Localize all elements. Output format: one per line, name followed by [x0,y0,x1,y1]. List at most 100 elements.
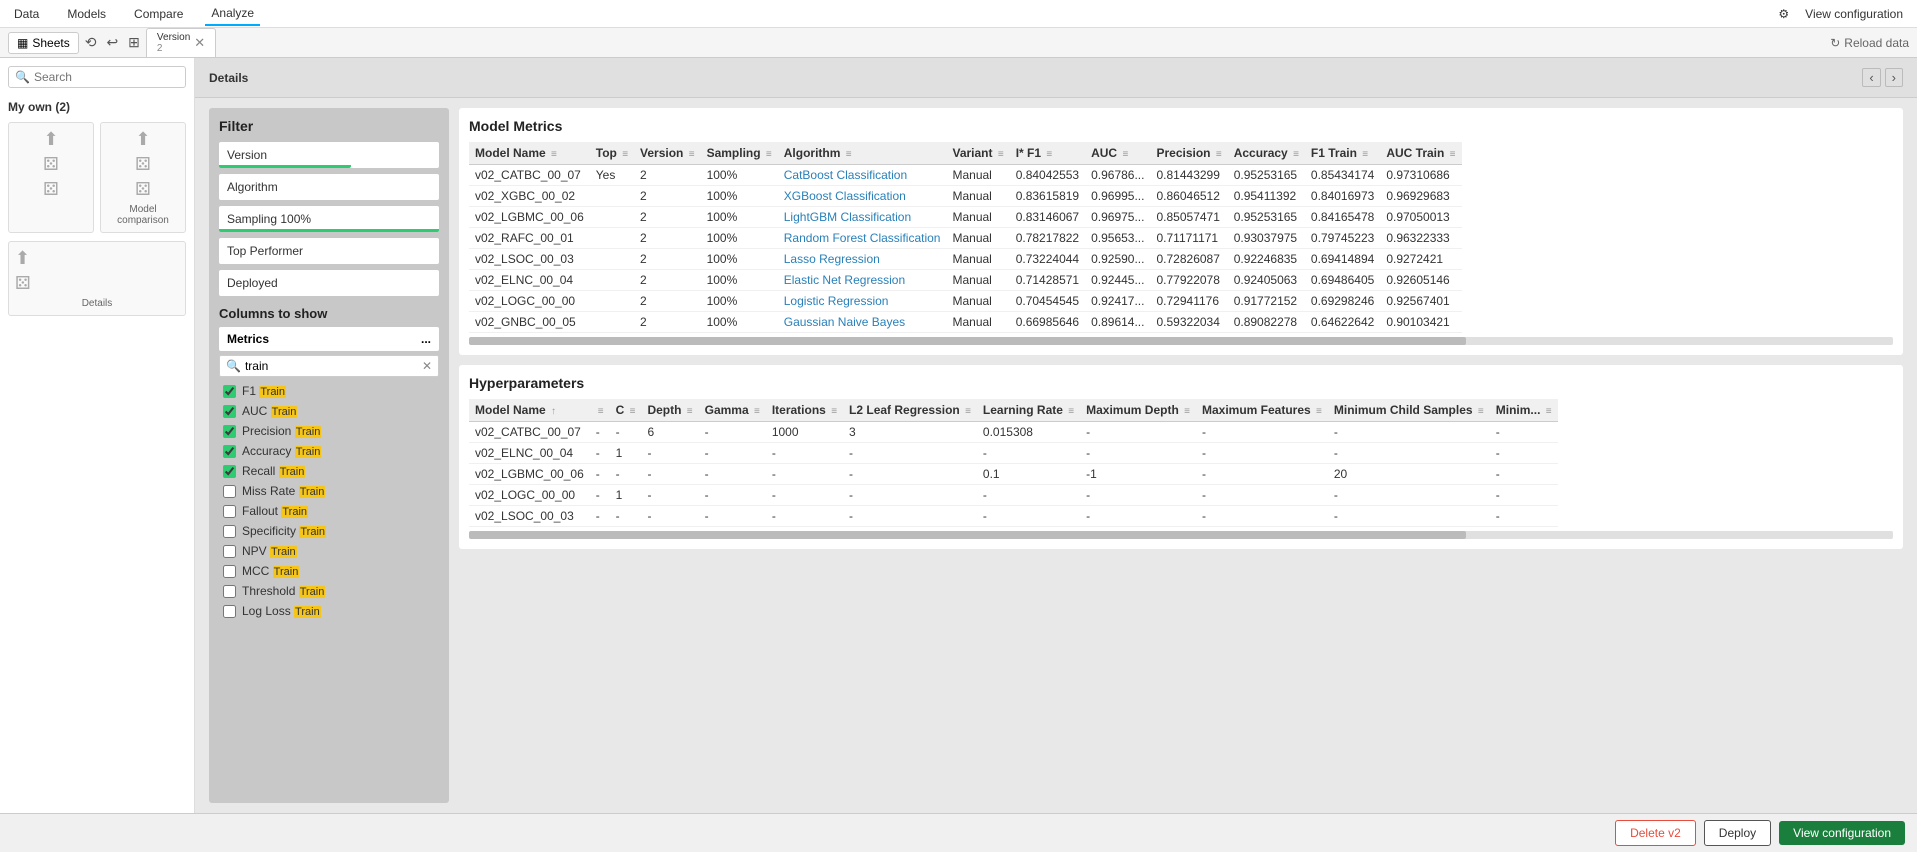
hp-col-minchild[interactable]: Minimum Child Samples ≡ [1328,399,1490,422]
undo-icon[interactable]: ↩ [102,32,122,53]
panel-next-btn[interactable]: › [1885,68,1903,87]
metric-specificity-train[interactable]: Specificity Train [219,521,439,541]
hp-col-model-name[interactable]: Model Name ↑ [469,399,590,422]
metric-recall-train[interactable]: Recall Train [219,461,439,481]
metric-precision-train-checkbox[interactable] [223,425,236,438]
metrics-search-input[interactable] [245,359,418,373]
cell-auc-train: 0.97050013 [1380,207,1461,228]
model-metrics-table-wrapper[interactable]: Model Name ≡ Top ≡ Version ≡ Sampling ≡ … [469,142,1893,333]
table-row: v02_CATBC_00_07 Yes 2 100% CatBoost Clas… [469,165,1462,186]
hp-col-iterations[interactable]: Iterations ≡ [766,399,843,422]
metric-npv-train-checkbox[interactable] [223,545,236,558]
details-label: Details [15,298,179,309]
nav-compare[interactable]: Compare [128,3,189,25]
metrics-scrollbar[interactable] [469,337,1893,345]
metric-accuracy-train[interactable]: Accuracy Train [219,441,439,461]
hp-col-l2[interactable]: L2 Leaf Regression ≡ [843,399,977,422]
hp-col-maxfeat[interactable]: Maximum Features ≡ [1196,399,1328,422]
col-model-name[interactable]: Model Name ≡ [469,142,590,165]
cell-version: 2 [634,312,701,333]
hp-cell-lr: - [977,506,1080,527]
col-precision[interactable]: Precision ≡ [1150,142,1227,165]
metric-accuracy-train-checkbox[interactable] [223,445,236,458]
col-auc-train[interactable]: AUC Train ≡ [1380,142,1461,165]
refresh-icon[interactable]: ⟲ [81,32,101,53]
metric-logloss-train-checkbox[interactable] [223,605,236,618]
settings-icon[interactable]: ⊞ [124,32,144,53]
metrics-clear-icon[interactable]: ✕ [422,359,432,373]
col-version[interactable]: Version ≡ [634,142,701,165]
metric-missrate-train-checkbox[interactable] [223,485,236,498]
filter-algorithm[interactable]: Algorithm [219,174,439,200]
hp-cell-c: - [610,422,642,443]
sidebar-item-details[interactable]: ⬆ ⚄ Details [8,241,186,316]
col-i-f1[interactable]: I* F1 ≡ [1010,142,1085,165]
nav-models[interactable]: Models [61,3,112,25]
sidebar-item-comparison[interactable]: ⬆ ⚄ ⚄ Model comparison [100,122,186,233]
sheets-button[interactable]: ▦ Sheets [8,32,79,54]
metric-f1-train-checkbox[interactable] [223,385,236,398]
filter-version[interactable]: Version [219,142,439,168]
filter-sampling[interactable]: Sampling 100% [219,206,439,232]
hp-col-lr[interactable]: Learning Rate ≡ [977,399,1080,422]
col-top[interactable]: Top ≡ [590,142,634,165]
col-variant[interactable]: Variant ≡ [946,142,1009,165]
hp-col-depth[interactable]: Depth ≡ [641,399,698,422]
metric-auc-train[interactable]: AUC Train [219,401,439,421]
metric-mcc-train[interactable]: MCC Train [219,561,439,581]
cell-variant: Manual [946,228,1009,249]
hp-col-t[interactable]: ≡ [590,399,610,422]
metric-npv-train[interactable]: NPV Train [219,541,439,561]
view-config-btn[interactable]: ⚙ View configuration [1772,3,1909,25]
metric-fallout-train[interactable]: Fallout Train [219,501,439,521]
metric-recall-train-checkbox[interactable] [223,465,236,478]
filter-top-performer[interactable]: Top Performer [219,238,439,264]
filter-deployed[interactable]: Deployed [219,270,439,296]
hp-col-minim[interactable]: Minim... ≡ [1490,399,1558,422]
nav-analyze[interactable]: Analyze [205,2,260,26]
panel-prev-btn[interactable]: ‹ [1862,68,1880,87]
cell-version: 2 [634,186,701,207]
close-tab-icon[interactable]: ✕ [194,35,205,51]
metric-missrate-train[interactable]: Miss Rate Train [219,481,439,501]
hp-col-c[interactable]: C ≡ [610,399,642,422]
sheets-icon: ▦ [17,36,28,50]
hp-col-gamma[interactable]: Gamma ≡ [699,399,766,422]
metric-precision-train[interactable]: Precision Train [219,421,439,441]
hp-cell-minchild: 20 [1328,464,1490,485]
metric-specificity-train-checkbox[interactable] [223,525,236,538]
delete-button[interactable]: Delete v2 [1615,820,1696,846]
view-config-button[interactable]: View configuration [1779,821,1905,845]
metric-auc-train-checkbox[interactable] [223,405,236,418]
hp-cell-maxdepth: - [1080,506,1196,527]
metric-threshold-train[interactable]: Threshold Train [219,581,439,601]
col-accuracy[interactable]: Accuracy ≡ [1228,142,1305,165]
search-box[interactable]: 🔍 [8,66,186,88]
deploy-button[interactable]: Deploy [1704,820,1771,846]
reload-btn[interactable]: ↻ Reload data [1830,36,1909,50]
search-input[interactable] [34,70,179,84]
col-auc[interactable]: AUC ≡ [1085,142,1150,165]
tab-version[interactable]: Version 2 ✕ [146,28,216,57]
cell-auc: 0.89614... [1085,312,1150,333]
metric-mcc-train-checkbox[interactable] [223,565,236,578]
nav-data[interactable]: Data [8,3,45,25]
metrics-dots-btn[interactable]: ... [421,332,431,346]
cell-precision: 0.59322034 [1150,312,1227,333]
cell-algorithm: XGBoost Classification [778,186,947,207]
sidebar-item-placeholder1[interactable]: ⬆ ⚄ ⚄ [8,122,94,233]
col-sampling[interactable]: Sampling ≡ [701,142,778,165]
metric-f1-train[interactable]: F1 Train [219,381,439,401]
cell-precision: 0.72941176 [1150,291,1227,312]
metric-threshold-train-checkbox[interactable] [223,585,236,598]
hp-cell-minchild: - [1328,443,1490,464]
hp-scrollbar[interactable] [469,531,1893,539]
cell-version: 2 [634,228,701,249]
col-algorithm[interactable]: Algorithm ≡ [778,142,947,165]
metric-fallout-train-checkbox[interactable] [223,505,236,518]
cell-f1-train: 0.69486405 [1305,270,1380,291]
metric-logloss-train[interactable]: Log Loss Train [219,601,439,621]
hyperparameters-table-wrapper[interactable]: Model Name ↑ ≡ C ≡ Depth ≡ Gamma ≡ Itera… [469,399,1893,527]
col-f1-train[interactable]: F1 Train ≡ [1305,142,1380,165]
hp-col-maxdepth[interactable]: Maximum Depth ≡ [1080,399,1196,422]
